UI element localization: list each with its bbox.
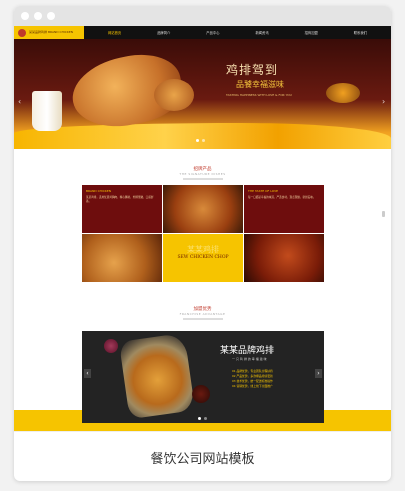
section-products-subtitle: THE SIGNATURE DISHES [179, 172, 226, 176]
hero-nugget-image [154, 79, 194, 111]
slider-next-arrow-icon[interactable]: › [315, 369, 322, 378]
scrollbar-thumb[interactable] [382, 211, 385, 217]
product-image[interactable] [163, 185, 243, 233]
hero-pagination [196, 139, 205, 142]
website-screenshot: 某某品牌鸡排 BRAND CHICKEN 网站首页 品牌简介 产品中心 新闻资讯… [14, 26, 391, 431]
nav-link-contact[interactable]: 联系我们 [354, 30, 367, 35]
section-franchise-subtitle: FRANCHISE ADVANTAGE [179, 312, 226, 316]
nav-link-about[interactable]: 品牌简介 [157, 30, 170, 35]
nav-link-home[interactable]: 网站首页 [108, 30, 121, 35]
slider-dot[interactable] [198, 417, 201, 420]
product-image[interactable] [244, 234, 324, 282]
window-chrome [14, 6, 391, 26]
hero-next-arrow-icon[interactable]: › [382, 97, 385, 106]
top-nav: 某某品牌鸡排 BRAND CHICKEN 网站首页 品牌简介 产品中心 新闻资讯… [14, 26, 391, 39]
nav-link-products[interactable]: 产品中心 [206, 30, 219, 35]
chicken-basket-image [118, 332, 196, 420]
product-card-title: THE TASTE OF LOVE [248, 189, 279, 193]
hero-dot[interactable] [202, 139, 205, 142]
product-text-card: THE TASTE OF LOVE 每一口都是幸福的味道，严选食材，现点现做，新… [244, 185, 324, 233]
hero-sauce-swirl [14, 123, 391, 149]
product-image[interactable] [82, 234, 162, 282]
hero-title: 鸡排驾到 [226, 63, 279, 77]
logo[interactable]: 某某品牌鸡排 BRAND CHICKEN [14, 26, 84, 39]
section-divider [182, 178, 223, 180]
hero-spice-bowl [326, 83, 360, 103]
franchise-slider: 某某品牌鸡排 一 只 鸡 排 的 幸 福 滋 味 01 品牌优势，专业团队全程扶… [82, 331, 324, 423]
slider-feature-list: 01 品牌优势，专业团队全程扶持 02 产品优势，多款爆品持续更新 03 技术优… [232, 369, 273, 389]
hero-dot[interactable] [196, 139, 199, 142]
nav-link-news[interactable]: 新闻资讯 [255, 30, 268, 35]
template-card[interactable]: 某某品牌鸡排 BRAND CHICKEN 网站首页 品牌简介 产品中心 新闻资讯… [14, 6, 391, 481]
hero-banner: 鸡排驾到 品饕幸福滋味 TASTING HAPPINESS WITH LOVE … [14, 39, 391, 149]
nav-links: 网站首页 品牌简介 产品中心 新闻资讯 招商加盟 联系我们 [84, 30, 391, 35]
product-highlight-title: SEW CHICKEN CHOP [177, 255, 229, 260]
logo-icon [18, 28, 26, 37]
product-highlight-card: 某某鸡排 SEW CHICKEN CHOP [163, 234, 243, 282]
product-card-title: BRAND CHICKEN [86, 189, 112, 193]
hero-prev-arrow-icon[interactable]: ‹ [18, 97, 21, 106]
products-grid: BRAND CHICKEN 某某鸡排，选用优质鸡胸肉，精心腌制，外酥里嫩，口感鲜… [82, 185, 324, 282]
section-divider [182, 318, 223, 320]
product-card-text: 某某鸡排，选用优质鸡胸肉，精心腌制，外酥里嫩，口感鲜香。 [86, 196, 154, 203]
slider-dot[interactable] [204, 417, 207, 420]
product-highlight-watermark: 某某鸡排 [187, 245, 219, 254]
hero-subtitle: 品饕幸福滋味 [236, 80, 284, 89]
logo-text: 某某品牌鸡排 BRAND CHICKEN [29, 29, 73, 34]
slider-title: 某某品牌鸡排 [220, 346, 275, 356]
product-card-text: 每一口都是幸福的味道，严选食材，现点现做，新鲜美味。 [248, 196, 316, 199]
nav-link-franchise[interactable]: 招商加盟 [305, 30, 318, 35]
hero-english-tagline: TASTING HAPPINESS WITH LOVE & FOR YOU [226, 93, 292, 97]
slider-feature: 04 营销优势，线上线下全面推广 [232, 384, 273, 388]
slider-subtitle: 一 只 鸡 排 的 幸 福 滋 味 [232, 357, 267, 361]
window-dot [34, 12, 42, 20]
section-franchise-header: 加盟优势 FRANCHISE ADVANTAGE [14, 306, 391, 320]
product-text-card: BRAND CHICKEN 某某鸡排，选用优质鸡胸肉，精心腌制，外酥里嫩，口感鲜… [82, 185, 162, 233]
hero-drink-image [32, 91, 62, 131]
window-dot [47, 12, 55, 20]
slider-pagination [198, 417, 207, 420]
window-dot [21, 12, 29, 20]
template-caption[interactable]: 餐饮公司网站模板 [14, 431, 391, 481]
sauce-bowl-image [192, 385, 210, 403]
section-products-header: 招牌产品 THE SIGNATURE DISHES [14, 166, 391, 180]
onion-image [104, 339, 118, 353]
slider-prev-arrow-icon[interactable]: ‹ [84, 369, 91, 378]
